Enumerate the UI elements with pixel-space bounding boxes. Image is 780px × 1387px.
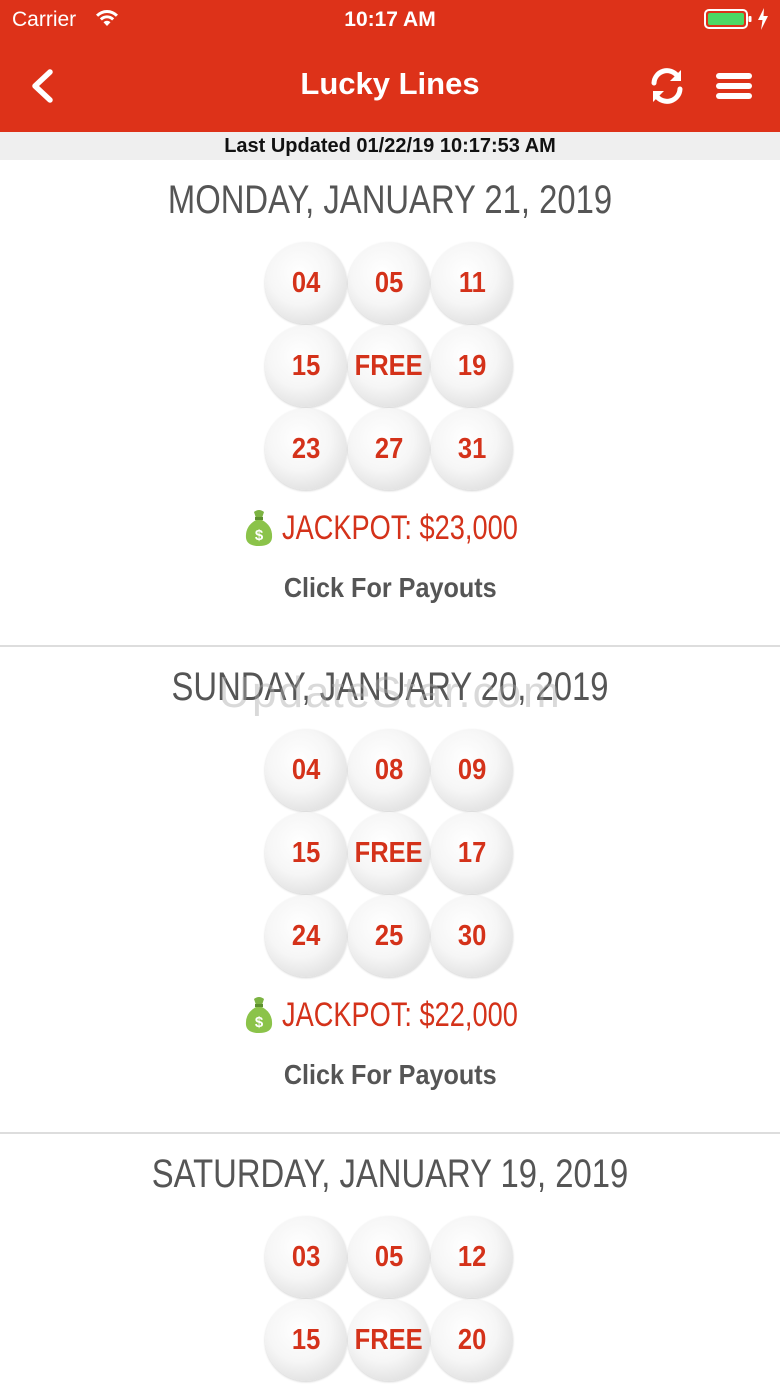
jackpot-row: $ JACKPOT: $22,000	[0, 995, 780, 1039]
number-ball: 24	[265, 895, 347, 977]
number-ball: 11	[431, 242, 513, 324]
draw-date: SUNDAY, JANUARY 20, 2019	[171, 665, 609, 709]
jackpot-amount: JACKPOT: $23,000	[281, 508, 518, 547]
jackpot-row: $ JACKPOT: $23,000	[0, 508, 780, 552]
battery-icon	[704, 9, 752, 29]
number-ball: 25	[348, 895, 430, 977]
money-bag-icon: $	[246, 997, 273, 1033]
number-ball: 08	[348, 729, 430, 811]
number-ball: 23	[265, 408, 347, 490]
number-ball: 05	[348, 242, 430, 324]
free-space-ball: FREE	[348, 1299, 430, 1381]
payouts-link[interactable]: Click For Payouts	[0, 1059, 780, 1091]
refresh-icon[interactable]	[646, 66, 688, 106]
svg-text:$: $	[255, 1014, 264, 1031]
number-ball: 12	[431, 1216, 513, 1298]
number-ball: 15	[265, 1299, 347, 1381]
number-ball: 27	[348, 408, 430, 490]
status-bar: Carrier 10:17 AM	[0, 0, 780, 40]
charging-bolt-icon	[758, 8, 768, 30]
hamburger-menu-icon[interactable]	[714, 70, 754, 102]
last-updated-label: Last Updated 01/22/19 10:17:53 AM	[0, 132, 780, 160]
nav-bar: Lucky Lines	[0, 40, 780, 132]
payouts-link[interactable]: Click For Payouts	[0, 572, 780, 604]
number-ball: 15	[265, 812, 347, 894]
number-ball: 03	[265, 1216, 347, 1298]
draw-date: MONDAY, JANUARY 21, 2019	[167, 178, 613, 222]
number-ball: 04	[265, 729, 347, 811]
draw-date: SATURDAY, JANUARY 19, 2019	[151, 1152, 629, 1196]
number-ball: 31	[431, 408, 513, 490]
status-time: 10:17 AM	[344, 8, 436, 31]
draw-card: SATURDAY, JANUARY 19, 2019 03 05 12 15 F…	[0, 1134, 780, 1387]
number-ball: 17	[431, 812, 513, 894]
number-grid: 03 05 12 15 FREE 20	[265, 1216, 517, 1386]
number-ball: 15	[265, 325, 347, 407]
number-ball: 05	[348, 1216, 430, 1298]
jackpot-amount: JACKPOT: $22,000	[281, 995, 518, 1034]
number-ball: 09	[431, 729, 513, 811]
free-space-ball: FREE	[348, 325, 430, 407]
draw-card: SUNDAY, JANUARY 20, 2019 04 08 09 15 FRE…	[0, 647, 780, 1134]
free-space-ball: FREE	[348, 812, 430, 894]
draw-card: MONDAY, JANUARY 21, 2019 04 05 11 15 FRE…	[0, 160, 780, 647]
money-bag-icon: $	[246, 510, 273, 546]
number-ball: 19	[431, 325, 513, 407]
number-ball: 30	[431, 895, 513, 977]
number-grid: 04 08 09 15 FREE 17 24 25 30	[265, 729, 517, 978]
number-ball: 04	[265, 242, 347, 324]
number-grid: 04 05 11 15 FREE 19 23 27 31	[265, 242, 517, 491]
svg-text:$: $	[255, 527, 264, 544]
number-ball: 20	[431, 1299, 513, 1381]
